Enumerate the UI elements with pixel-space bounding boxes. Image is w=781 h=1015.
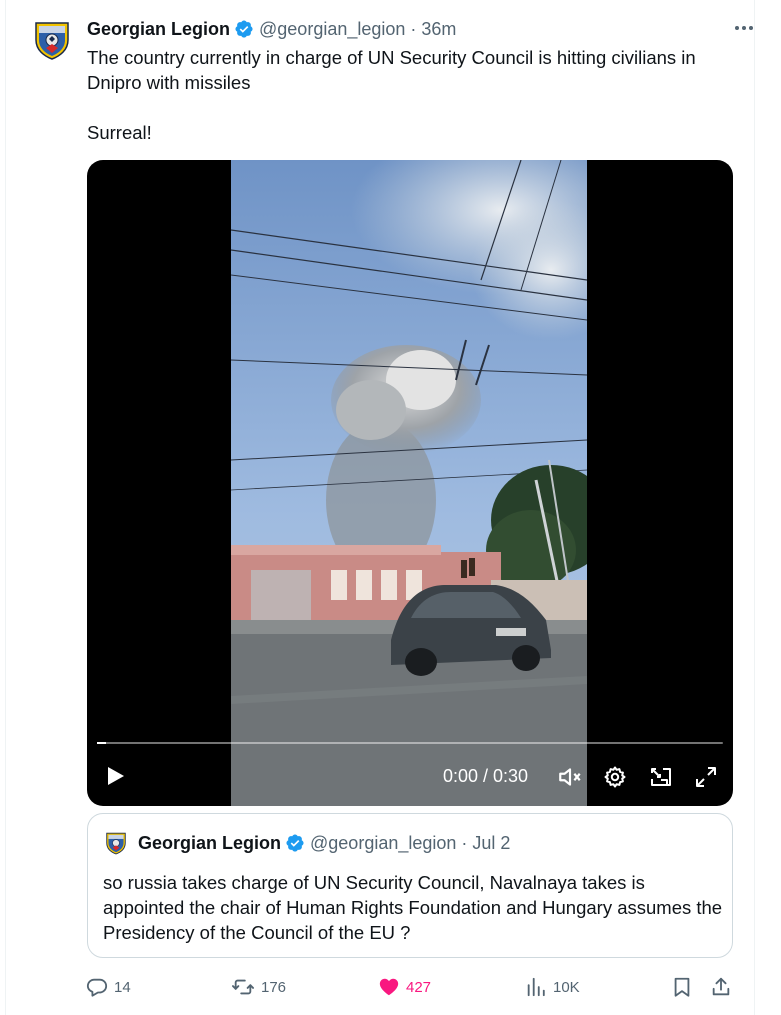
legion-emblem-icon [35, 22, 69, 60]
share-button[interactable] [710, 972, 732, 1002]
repost-button[interactable]: 176 [231, 972, 286, 1002]
reply-button[interactable]: 14 [86, 972, 131, 1002]
video-progress-fill [97, 742, 106, 744]
settings-icon[interactable] [602, 764, 628, 790]
video-thumbnail [231, 160, 587, 806]
pip-icon[interactable] [648, 764, 674, 790]
quoted-tweet-header: Georgian Legion @georgian_legion · Jul 2 [104, 831, 510, 855]
tweet-action-bar: 14 176 427 10K [80, 972, 750, 1002]
like-count: 427 [406, 978, 432, 996]
separator-dot: · [461, 832, 468, 853]
quoted-author-handle: @georgian_legion [310, 832, 457, 853]
share-icon [712, 977, 730, 996]
quoted-author-name: Georgian Legion [138, 832, 282, 853]
reply-count: 14 [114, 978, 131, 996]
tweet-header: Georgian Legion @georgian_legion · 36m [87, 17, 751, 41]
tweet-text-line: The country currently in charge of UN Se… [87, 47, 696, 93]
tweet-text-line: Surreal! [87, 122, 152, 143]
author-avatar[interactable] [32, 20, 72, 60]
view-count: 10K [553, 978, 580, 996]
play-icon[interactable] [103, 764, 127, 788]
author-handle[interactable]: @georgian_legion [259, 19, 405, 40]
reply-icon [86, 978, 108, 997]
video-player[interactable]: 0:00 / 0:30 [87, 160, 733, 806]
video-progress-bar[interactable] [97, 742, 723, 744]
video-timecode: 0:00 / 0:30 [443, 766, 529, 786]
repost-count: 176 [261, 978, 287, 996]
views-button[interactable]: 10K [525, 972, 580, 1002]
tweet-text: The country currently in charge of UN Se… [87, 45, 737, 145]
repost-icon [232, 979, 254, 995]
tweet-timestamp[interactable]: 36m [421, 19, 456, 40]
quoted-author-avatar [104, 831, 128, 855]
quoted-tweet-timestamp: Jul 2 [472, 832, 511, 853]
video-controls: 0:00 / 0:30 [87, 726, 733, 806]
verified-badge-icon [285, 833, 305, 853]
verified-badge-icon [234, 19, 254, 39]
views-chart-icon [527, 977, 545, 997]
quoted-tweet-text: so russia takes charge of UN Security Co… [103, 872, 723, 943]
quoted-tweet[interactable]: Georgian Legion @georgian_legion · Jul 2… [87, 813, 733, 958]
fullscreen-icon[interactable] [693, 764, 719, 790]
volume-icon[interactable] [557, 764, 583, 790]
bookmark-icon [674, 977, 690, 997]
video-frame[interactable] [231, 160, 587, 806]
like-button[interactable]: 427 [378, 972, 431, 1002]
author-name[interactable]: Georgian Legion [87, 19, 230, 40]
separator-dot: · [410, 18, 417, 39]
bookmark-button[interactable] [671, 972, 693, 1002]
more-options-icon[interactable] [729, 17, 759, 39]
heart-filled-icon [379, 978, 399, 996]
